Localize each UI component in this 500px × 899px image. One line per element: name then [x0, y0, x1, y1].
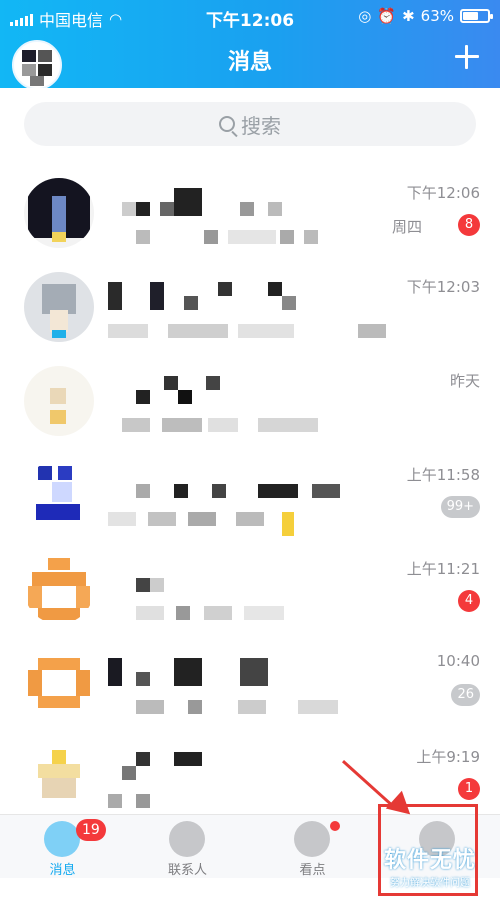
status-bar: 中国电信 ◠ 下午12:06 ◎ ⏰ ✱ 63%: [0, 0, 500, 32]
conversation-item[interactable]: 10:40 26: [0, 638, 500, 732]
message-time: 下午12:03: [406, 278, 480, 296]
chat-bubble-icon: [44, 821, 80, 857]
message-time: 10:40: [436, 652, 480, 670]
contact-name: [108, 374, 388, 404]
conversation-item[interactable]: 上午11:58 99+: [0, 450, 500, 544]
conversation-item[interactable]: 下午12:03: [0, 262, 500, 356]
contacts-icon: [169, 821, 205, 857]
conversation-item[interactable]: 上午11:21 4: [0, 544, 500, 638]
avatar: [24, 742, 94, 812]
message-time: 上午9:19: [416, 748, 480, 766]
tab-messages[interactable]: 19 消息: [0, 815, 125, 879]
watermark-title: 软件无忧: [383, 848, 476, 873]
avatar: [24, 460, 94, 530]
search-area: 搜索: [0, 88, 500, 158]
contact-name: [108, 562, 388, 592]
conversation-item[interactable]: 周四 下午12:06 8: [0, 168, 500, 262]
unread-badge: 1: [458, 778, 480, 800]
unread-badge: 99+: [440, 496, 480, 518]
message-time: 下午12:06: [406, 184, 480, 202]
avatar: [24, 272, 94, 342]
avatar: [24, 648, 94, 718]
avatar: [24, 178, 94, 248]
search-placeholder: 搜索: [241, 113, 281, 138]
watermark: 软件无忧 努力解决软件问题: [377, 842, 483, 889]
message-preview: [108, 224, 378, 246]
lock-rotation-icon: ◎: [358, 7, 372, 25]
search-input[interactable]: 搜索: [24, 102, 476, 146]
conversation-list: 周四 下午12:06 8 下午12:03 昨天 上午11:58 99+ 上午11…: [0, 168, 500, 826]
message-preview: [108, 788, 378, 810]
avatar: [24, 554, 94, 624]
message-preview: [108, 506, 378, 536]
tab-unread-badge: 19: [76, 819, 106, 841]
message-time: 上午11:58: [406, 466, 480, 484]
tab-contacts[interactable]: 联系人: [125, 815, 250, 879]
watermark-subtitle: 努力解决软件问题: [390, 878, 470, 889]
avatar: [24, 366, 94, 436]
alarm-icon: ⏰: [377, 7, 397, 25]
unread-badge: 26: [451, 684, 480, 706]
notification-dot: [330, 821, 340, 831]
contact-name: [108, 468, 388, 498]
tab-label: 消息: [49, 863, 76, 878]
eye-icon: [294, 821, 330, 857]
message-preview: [108, 600, 378, 622]
message-time: 昨天: [449, 372, 480, 390]
tab-label: 看点: [299, 863, 326, 878]
unread-badge: 4: [458, 590, 480, 612]
page-title: 消息: [227, 50, 272, 75]
add-button[interactable]: [452, 42, 482, 72]
message-preview: [108, 694, 378, 716]
battery-percent: 63%: [420, 7, 454, 25]
conversation-item[interactable]: 昨天: [0, 356, 500, 450]
tab-discover[interactable]: 看点: [250, 815, 375, 879]
header-bar: 中国电信 ◠ 下午12:06 ◎ ⏰ ✱ 63% 消息: [0, 0, 500, 90]
tab-label: 联系人: [167, 863, 207, 878]
message-time: 上午11:21: [406, 560, 480, 578]
message-preview: [108, 318, 386, 340]
contact-name: [108, 280, 388, 310]
battery-icon: [460, 9, 493, 23]
contact-name: [108, 656, 388, 686]
bluetooth-icon: ✱: [402, 7, 415, 25]
contact-name: [108, 186, 388, 216]
search-icon: [219, 116, 235, 132]
status-right: ◎ ⏰ ✱ 63%: [358, 7, 493, 25]
unread-badge: 8: [458, 214, 480, 236]
message-tail: 周四: [391, 218, 422, 236]
message-preview: [108, 412, 378, 434]
